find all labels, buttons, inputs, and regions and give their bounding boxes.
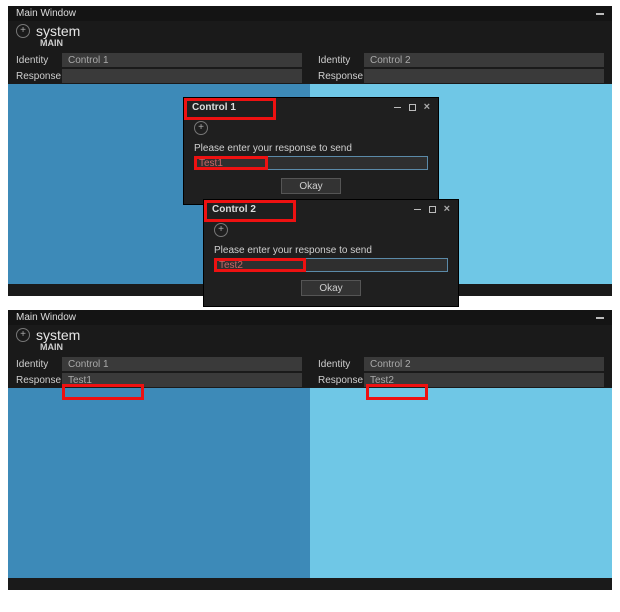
system-label: system (36, 23, 80, 39)
identity-field-left[interactable]: Control 1 (62, 357, 302, 371)
pane-right (310, 388, 612, 578)
dialog-titlebar: Control 2 × (204, 200, 458, 219)
identity-label: Identity (318, 55, 364, 66)
right-column: IdentityControl 2 ResponseTest2 (310, 356, 612, 388)
identity-field-left[interactable]: Control 1 (62, 53, 302, 67)
window-titlebar: Main Window (8, 6, 612, 21)
left-column: IdentityControl 1 Response (8, 52, 310, 84)
dialog-control-1: Control 1 × + Please enter your response… (184, 98, 438, 204)
response-input-value: Test1 (199, 158, 223, 169)
system-row: + system (16, 23, 604, 39)
fields: IdentityControl 1 Response IdentityContr… (8, 52, 612, 84)
expand-icon[interactable]: + (194, 121, 208, 135)
window-titlebar: Main Window (8, 310, 612, 325)
minimize-icon[interactable] (414, 209, 421, 210)
window-controls (596, 13, 604, 15)
screenshot-after: Main Window + system MAIN IdentityContro… (8, 310, 612, 590)
response-field-right[interactable] (364, 69, 604, 83)
dialog-window-controls: × (414, 204, 450, 215)
screenshot-before: Main Window + system MAIN IdentityContro… (8, 6, 612, 296)
system-label: system (36, 327, 80, 343)
expand-icon[interactable]: + (214, 223, 228, 237)
dialog-body: + Please enter your response to send Tes… (204, 219, 458, 306)
dialog-prompt: Please enter your response to send (194, 143, 428, 154)
response-field-right[interactable]: Test2 (364, 373, 604, 387)
minimize-icon[interactable] (596, 13, 604, 15)
dialog-prompt: Please enter your response to send (214, 245, 448, 256)
header: + system MAIN (8, 325, 612, 352)
dialog-title: Control 1 (192, 102, 236, 113)
identity-label: Identity (16, 359, 62, 370)
fields: IdentityControl 1 ResponseTest1 Identity… (8, 356, 612, 388)
dialog-window-controls: × (394, 102, 430, 113)
header: + system MAIN (8, 21, 612, 48)
maximize-icon[interactable] (429, 206, 436, 213)
system-row: + system (16, 327, 604, 343)
main-label: MAIN (40, 38, 604, 48)
response-label: Response (318, 71, 364, 82)
close-icon[interactable]: × (444, 204, 450, 215)
identity-field-right[interactable]: Control 2 (364, 53, 604, 67)
dialog-body: + Please enter your response to send Tes… (184, 117, 438, 204)
identity-label: Identity (318, 359, 364, 370)
minimize-icon[interactable] (394, 107, 401, 108)
identity-field-right[interactable]: Control 2 (364, 357, 604, 371)
main-label: MAIN (40, 342, 604, 352)
expand-icon[interactable]: + (16, 328, 30, 342)
right-column: IdentityControl 2 Response (310, 52, 612, 84)
dialog-title: Control 2 (212, 204, 256, 215)
minimize-icon[interactable] (596, 317, 604, 319)
dialog-titlebar: Control 1 × (184, 98, 438, 117)
dialog-expand-row: + (214, 223, 448, 237)
window-title: Main Window (16, 312, 76, 323)
response-input[interactable]: Test1 (194, 156, 428, 170)
dialog-expand-row: + (194, 121, 428, 135)
response-label: Response (318, 375, 364, 386)
window-title: Main Window (16, 8, 76, 19)
pane-left (8, 388, 310, 578)
panes (8, 388, 612, 578)
response-label: Response (16, 71, 62, 82)
maximize-icon[interactable] (409, 104, 416, 111)
dialog-control-2: Control 2 × + Please enter your response… (204, 200, 458, 306)
response-input-value: Test2 (219, 260, 243, 271)
left-column: IdentityControl 1 ResponseTest1 (8, 356, 310, 388)
okay-button[interactable]: Okay (281, 178, 341, 194)
response-field-left[interactable]: Test1 (62, 373, 302, 387)
identity-label: Identity (16, 55, 62, 66)
response-field-left[interactable] (62, 69, 302, 83)
okay-button[interactable]: Okay (301, 280, 361, 296)
close-icon[interactable]: × (424, 102, 430, 113)
response-input[interactable]: Test2 (214, 258, 448, 272)
window-controls (596, 317, 604, 319)
expand-icon[interactable]: + (16, 24, 30, 38)
response-label: Response (16, 375, 62, 386)
